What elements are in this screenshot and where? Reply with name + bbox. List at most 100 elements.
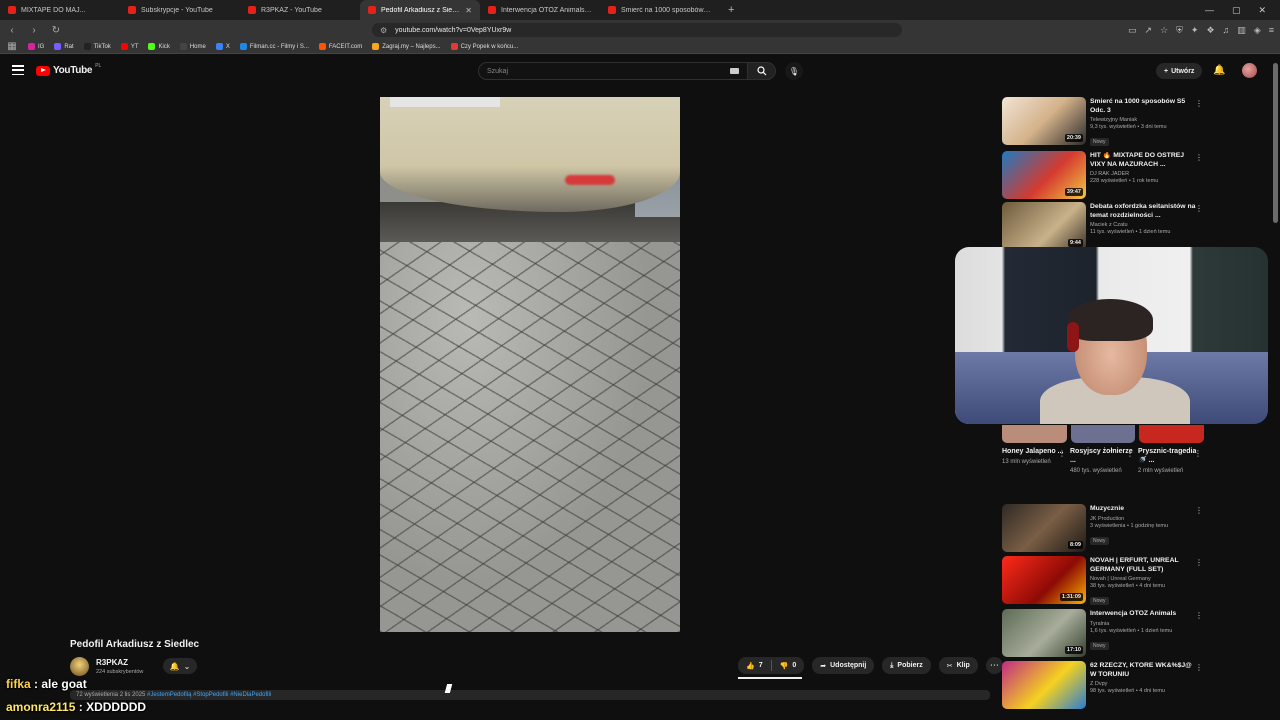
bookmark-favicon-icon: [215, 43, 223, 50]
recommendation-thumbnail[interactable]: 17:10: [1002, 609, 1086, 657]
more-options-icon[interactable]: ⋮: [1195, 153, 1203, 162]
video-frame-plate: [390, 97, 500, 107]
more-options-icon[interactable]: ⋮: [1195, 663, 1203, 672]
wallet-icon[interactable]: ◈: [1254, 25, 1261, 36]
menu-icon[interactable]: ≡: [1269, 25, 1274, 36]
recommendation-item[interactable]: 17:10 Interwencja OTOZ Animals Tyralnia 1,…: [1002, 609, 1207, 659]
recommendation-item[interactable]: 20:39 Śmierć na 1000 sposobów S5 Odc. 3T…: [1002, 97, 1207, 147]
search-button[interactable]: [748, 62, 776, 80]
keyboard-icon[interactable]: [730, 68, 739, 74]
search-input[interactable]: Szukaj: [478, 62, 748, 80]
brave-shield-icon[interactable]: ⛨: [1176, 25, 1183, 36]
maximize-icon[interactable]: ▢: [1232, 5, 1241, 16]
chat-username: amonra2115: [6, 700, 76, 714]
microphone-icon: 🎙: [788, 66, 800, 76]
extension-icon[interactable]: ✦: [1191, 25, 1199, 36]
forward-icon[interactable]: ›: [28, 25, 40, 36]
bookmark-item[interactable]: Czy Popek w końcu...: [450, 43, 518, 50]
more-options-icon[interactable]: ⋮: [1194, 449, 1202, 458]
more-actions-icon[interactable]: ⋯: [985, 657, 1003, 674]
short-item[interactable]: Prysznic-tragedia 🚿 ... 2 mln wyświetleń…: [1138, 447, 1202, 475]
more-options-icon[interactable]: ⋮: [1058, 449, 1066, 458]
apps-grid-icon[interactable]: ▦: [6, 41, 18, 52]
share-button[interactable]: ➦ Udostępnij: [812, 657, 875, 674]
webcam-person-hair: [1067, 299, 1153, 341]
star-icon[interactable]: ☆: [1160, 25, 1168, 36]
browser-tab[interactable]: Interwencja OTOZ Animals - YouTube: [480, 0, 600, 20]
bookmark-item[interactable]: YT: [120, 43, 138, 50]
puzzle-icon[interactable]: ❖: [1206, 25, 1214, 36]
bookmark-item[interactable]: X: [215, 43, 230, 50]
short-thumbnail[interactable]: [1139, 425, 1205, 443]
url-bar[interactable]: ⚙ youtube.com/watch?v=0Vep8YUxr9w: [372, 23, 902, 37]
recommendation-item[interactable]: 8:09 Muzycznie JK Production 3 wyświetleni…: [1002, 504, 1207, 554]
voice-search-button[interactable]: 🎙: [785, 62, 803, 80]
recommendation-item[interactable]: 39:47 HIT 🔥 MIXTAPE DO OSTREJ VIXY NA MA…: [1002, 151, 1207, 201]
browser-tab[interactable]: Subskrypcje - YouTube: [120, 0, 240, 20]
notifications-bell-icon[interactable]: 🔔: [1213, 65, 1225, 76]
bookmark-item[interactable]: Rat: [54, 43, 74, 50]
bookmark-item[interactable]: Kick: [148, 43, 170, 50]
recommendation-thumbnail[interactable]: [1002, 661, 1086, 709]
recommendation-thumbnail[interactable]: 20:39: [1002, 97, 1086, 145]
create-button[interactable]: + Utwórz: [1156, 63, 1203, 79]
share-arrow-icon: ➦: [820, 662, 827, 670]
like-button[interactable]: 👍 7: [738, 657, 771, 674]
thumbs-up-icon: 👍: [746, 662, 755, 670]
browser-tab[interactable]: R3PKAZ - YouTube: [240, 0, 360, 20]
music-icon[interactable]: ♫: [1223, 25, 1230, 36]
channel-avatar[interactable]: [70, 657, 89, 676]
page-scrollbar[interactable]: [1273, 63, 1278, 223]
dislike-button[interactable]: 👎 0: [771, 657, 805, 674]
recommendation-thumbnail[interactable]: 9:44: [1002, 202, 1086, 250]
download-button[interactable]: ⤓ Pobierz: [882, 657, 931, 674]
recommendation-thumbnail[interactable]: 8:09: [1002, 504, 1086, 552]
bookmark-item[interactable]: Home: [179, 43, 206, 50]
short-item[interactable]: Honey Jalapeno ... 13 mln wyświetleń ⋮: [1002, 447, 1066, 466]
sidebar-icon[interactable]: ▥: [1237, 25, 1246, 36]
video-title: Pedofil Arkadiusz z Siedlec: [70, 639, 200, 650]
minimize-icon[interactable]: —: [1205, 5, 1214, 16]
close-window-icon[interactable]: ✕: [1258, 5, 1266, 16]
youtube-logo[interactable]: YouTube PL: [36, 63, 101, 76]
install-icon[interactable]: ▭: [1128, 25, 1137, 36]
bookmark-item[interactable]: FACEIT.com: [318, 43, 362, 50]
more-options-icon[interactable]: ⋮: [1126, 449, 1134, 458]
chat-text: ale goat: [41, 677, 87, 691]
bookmark-item[interactable]: IG: [28, 43, 44, 50]
reload-icon[interactable]: ↻: [50, 25, 62, 36]
more-options-icon[interactable]: ⋮: [1195, 204, 1203, 213]
recommendation-thumbnail[interactable]: 39:47: [1002, 151, 1086, 199]
new-tab-icon[interactable]: +: [720, 4, 742, 16]
more-options-icon[interactable]: ⋮: [1195, 506, 1203, 515]
browser-tab[interactable]: Śmierć na 1000 sposobów S5 Odc. 3: [600, 0, 720, 20]
bookmark-item[interactable]: TikTok: [83, 43, 111, 50]
short-thumbnail[interactable]: [1070, 425, 1136, 443]
subscription-bell-button[interactable]: 🔔 ⌄: [163, 658, 197, 674]
recommendation-item[interactable]: 1:31:09 NOVAH | ERFURT, UNREAL GERMANY (…: [1002, 556, 1207, 606]
back-icon[interactable]: ‹: [6, 25, 18, 36]
bookmark-item[interactable]: Zagraj.my – Najleps...: [372, 43, 441, 50]
bookmark-item[interactable]: Filman.cc - Filmy i S...: [239, 43, 309, 50]
more-options-icon[interactable]: ⋮: [1195, 558, 1203, 567]
account-avatar[interactable]: [1242, 63, 1257, 78]
recommendation-thumbnail[interactable]: 1:31:09: [1002, 556, 1086, 604]
clip-button[interactable]: ✂ Klip: [938, 657, 978, 674]
close-tab-icon[interactable]: ✕: [465, 6, 472, 15]
site-info-icon[interactable]: ⚙: [380, 26, 387, 35]
channel-name[interactable]: R3PKAZ: [96, 658, 128, 667]
hamburger-menu-icon[interactable]: [12, 65, 24, 75]
browser-tab[interactable]: MIXTAPE DO MAJ...: [0, 0, 120, 20]
short-thumbnail[interactable]: [1002, 425, 1067, 443]
like-dislike-group: 👍 7 👎 0: [738, 657, 805, 674]
recommendation-item[interactable]: 9:44 Debata oxfordzka seitanistów na tem…: [1002, 202, 1207, 252]
share-icon[interactable]: ↗: [1145, 25, 1153, 36]
short-item[interactable]: Rosyjscy żołnierze ... 480 tys. wyświetl…: [1070, 447, 1134, 475]
video-player[interactable]: [380, 97, 680, 632]
youtube-favicon-icon: [488, 6, 496, 14]
browser-tab-active[interactable]: Pedofil Arkadiusz z Siedlec -✕: [360, 0, 480, 20]
description-box[interactable]: 72 wyświetlenia 2 lis 2025 #JestemPedofi…: [70, 690, 990, 700]
recommendation-item[interactable]: 62 RZECZY, KTÓRE WK&%$J@ W TORUNIU Z Dvpy…: [1002, 661, 1207, 711]
more-options-icon[interactable]: ⋮: [1195, 611, 1203, 620]
more-options-icon[interactable]: ⋮: [1195, 99, 1203, 108]
